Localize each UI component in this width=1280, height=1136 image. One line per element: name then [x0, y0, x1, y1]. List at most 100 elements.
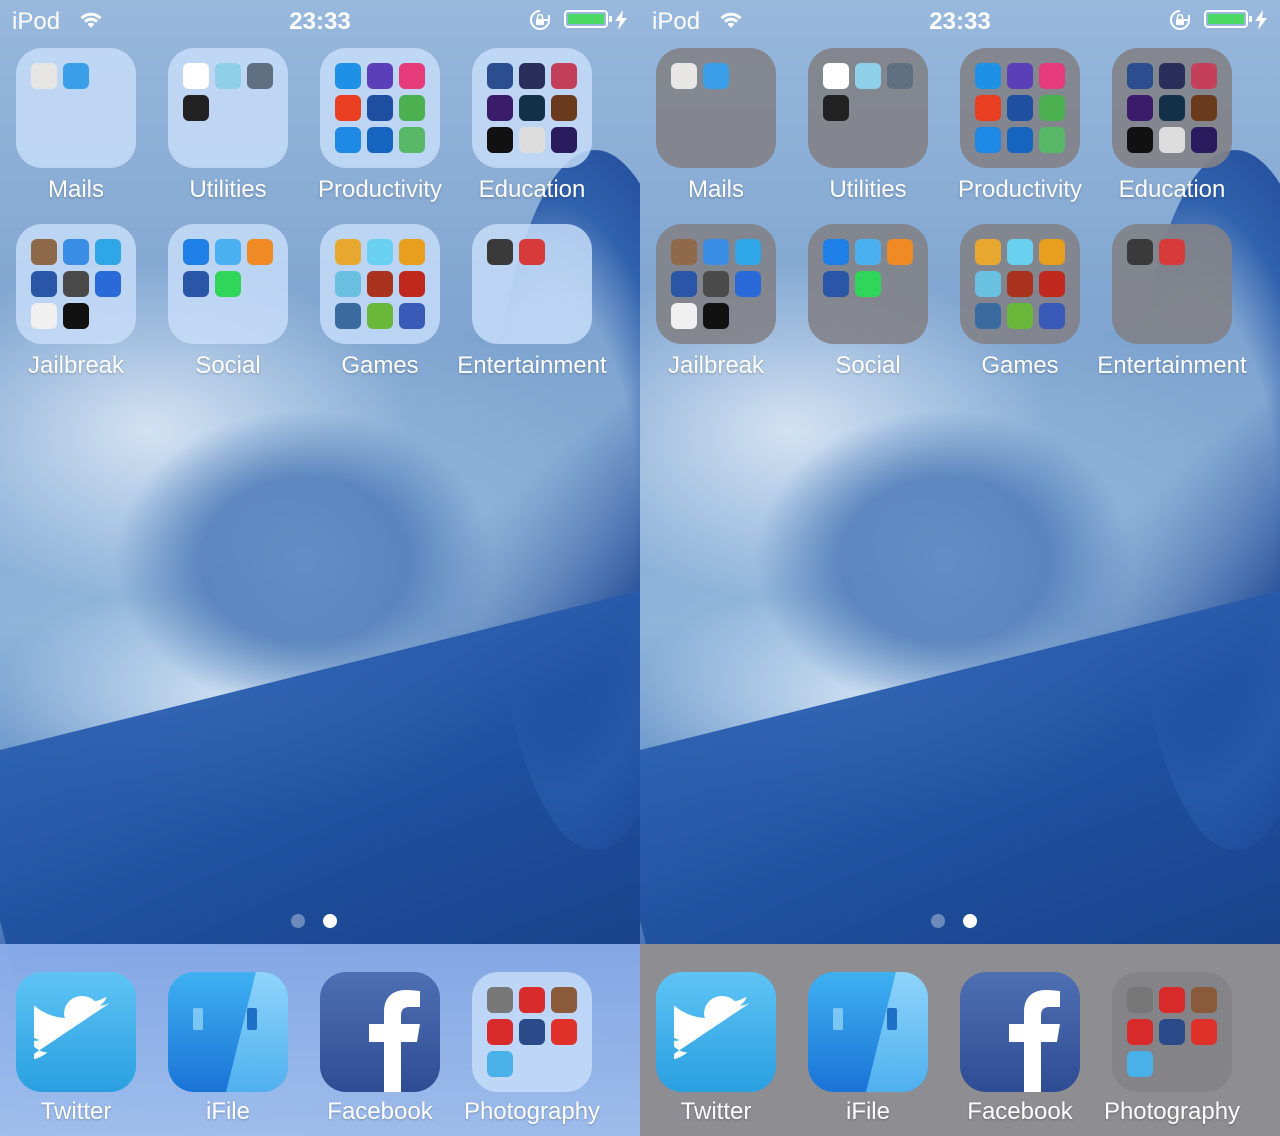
- folder-app-icon: [1007, 63, 1033, 89]
- folder-app-icon: [1007, 95, 1033, 121]
- photography-folder-box[interactable]: [472, 972, 592, 1092]
- folder-box[interactable]: [16, 48, 136, 168]
- comparison-screens: iPod 23:33 Mails Utilities Productivity Edu…: [0, 0, 1280, 1136]
- folder-app-icon: [399, 127, 425, 153]
- dock-app-label: Facebook: [967, 1098, 1073, 1125]
- folder-app-icon: [1039, 239, 1065, 265]
- folder-app-icon: [367, 239, 393, 265]
- twitter-bird-icon[interactable]: [16, 972, 136, 1092]
- folder-app-icon: [671, 303, 697, 329]
- folder-app-icon: [399, 95, 425, 121]
- folder-app-icon: [1007, 239, 1033, 265]
- folder-box[interactable]: [16, 224, 136, 344]
- folder-app-icon: [399, 271, 425, 297]
- dock-app-label: Photography: [1103, 1098, 1241, 1125]
- folder-box[interactable]: [472, 48, 592, 168]
- folder-app-icon: [367, 303, 393, 329]
- dock: Twitter iFile Facebook Photography: [640, 944, 1280, 1136]
- facebook-f-icon[interactable]: [960, 972, 1080, 1092]
- page-dot-2[interactable]: [323, 914, 337, 928]
- folder-app-icon: [63, 303, 89, 329]
- folder-app-icon: [671, 63, 697, 89]
- folder-app-icon: [975, 63, 1001, 89]
- folder-app-icon: [367, 95, 393, 121]
- folder-app-icon: [1159, 63, 1185, 89]
- folder-app-icon: [367, 63, 393, 89]
- photography-folder-box[interactable]: [1112, 972, 1232, 1092]
- folder-app-icon: [399, 239, 425, 265]
- folder-label: Productivity: [317, 176, 443, 203]
- folder-app-icon: [1039, 95, 1065, 121]
- folder-app-icon: [487, 95, 513, 121]
- folder-app-icon: [247, 63, 273, 89]
- folder-app-icon: [1039, 127, 1065, 153]
- folder-app-icon: [247, 239, 273, 265]
- folder-app-icon: [31, 271, 57, 297]
- battery-icon: [564, 10, 612, 28]
- page-dot-1[interactable]: [931, 914, 945, 928]
- rotation-lock-icon: [528, 9, 552, 36]
- folder-app-icon: [703, 63, 729, 89]
- folder-label: Entertainment: [457, 352, 607, 379]
- folder-app-icon: [95, 271, 121, 297]
- folder-app-icon: [519, 95, 545, 121]
- folder-app-icon: [823, 271, 849, 297]
- charging-bolt-icon: [614, 10, 628, 35]
- folder-app-icon: [1159, 1019, 1185, 1045]
- folder-box[interactable]: [168, 224, 288, 344]
- folder-app-icon: [551, 987, 577, 1013]
- folder-box[interactable]: [320, 224, 440, 344]
- folder-box[interactable]: [808, 48, 928, 168]
- ifile-icon[interactable]: [168, 972, 288, 1092]
- folder-app-icon: [551, 1019, 577, 1045]
- folder-label: Games: [981, 352, 1059, 379]
- folder-box[interactable]: [960, 48, 1080, 168]
- folder-app-icon: [855, 239, 881, 265]
- folder-box[interactable]: [960, 224, 1080, 344]
- folder-label: Education: [1118, 176, 1226, 203]
- folder-box[interactable]: [1112, 48, 1232, 168]
- folder-app-icon: [519, 63, 545, 89]
- folder-app-icon: [1191, 63, 1217, 89]
- folder-app-icon: [487, 1051, 513, 1077]
- twitter-bird-icon[interactable]: [656, 972, 776, 1092]
- folder-app-icon: [1007, 127, 1033, 153]
- folder-app-icon: [487, 987, 513, 1013]
- folder-app-icon: [487, 239, 513, 265]
- folder-app-icon: [823, 239, 849, 265]
- folder-app-icon: [335, 271, 361, 297]
- folder-app-icon: [63, 239, 89, 265]
- folder-app-icon: [735, 271, 761, 297]
- folder-box[interactable]: [168, 48, 288, 168]
- folder-app-icon: [1039, 63, 1065, 89]
- folder-label: Utilities: [829, 176, 907, 203]
- folder-box[interactable]: [808, 224, 928, 344]
- folder-app-icon: [1127, 987, 1153, 1013]
- ifile-icon[interactable]: [808, 972, 928, 1092]
- folder-label: Games: [341, 352, 419, 379]
- folder-box[interactable]: [320, 48, 440, 168]
- page-dot-1[interactable]: [291, 914, 305, 928]
- dock-app-label: iFile: [845, 1098, 890, 1125]
- dock-app-label: Photography: [463, 1098, 601, 1125]
- folder-box[interactable]: [656, 48, 776, 168]
- dock-app-label: iFile: [205, 1098, 250, 1125]
- folder-app-icon: [95, 239, 121, 265]
- rotation-lock-icon: [1168, 9, 1192, 36]
- battery-icon: [1204, 10, 1252, 28]
- folder-box[interactable]: [1112, 224, 1232, 344]
- folder-app-icon: [183, 63, 209, 89]
- page-dot-2[interactable]: [963, 914, 977, 928]
- folder-box[interactable]: [472, 224, 592, 344]
- folder-app-icon: [63, 271, 89, 297]
- folder-box[interactable]: [656, 224, 776, 344]
- folder-app-icon: [399, 303, 425, 329]
- folder-app-icon: [1127, 63, 1153, 89]
- folder-app-icon: [1159, 95, 1185, 121]
- folder-app-icon: [975, 303, 1001, 329]
- folder-app-icon: [1039, 271, 1065, 297]
- folder-app-icon: [367, 127, 393, 153]
- folder-app-icon: [519, 987, 545, 1013]
- facebook-f-icon[interactable]: [320, 972, 440, 1092]
- folder-app-icon: [1127, 1051, 1153, 1077]
